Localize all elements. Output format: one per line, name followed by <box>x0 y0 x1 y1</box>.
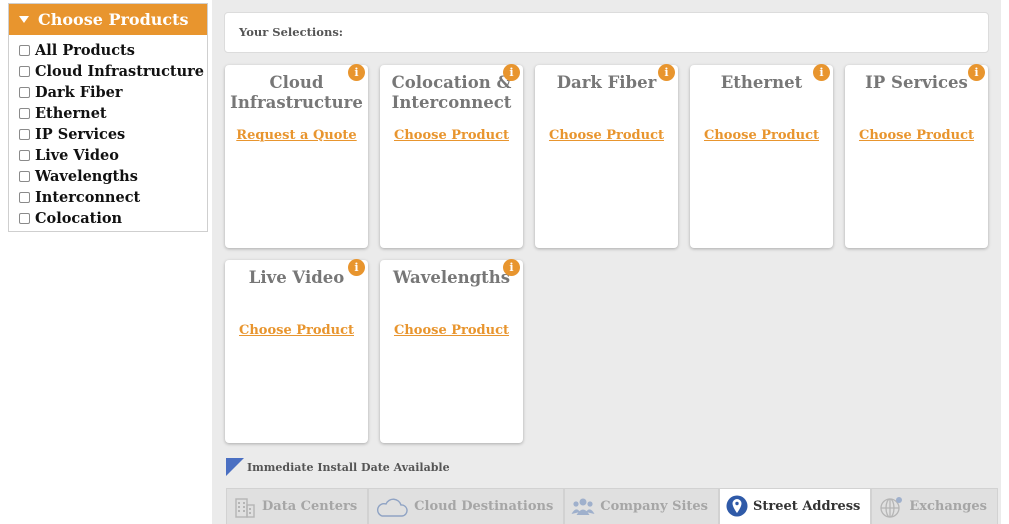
filter-label: Colocation <box>35 210 123 227</box>
tab-label: Street Address <box>753 499 861 514</box>
checkbox[interactable] <box>19 87 30 98</box>
checkbox[interactable] <box>19 108 30 119</box>
checkbox[interactable] <box>19 192 30 203</box>
info-icon[interactable]: i <box>658 64 675 81</box>
choose-product-link[interactable]: Choose Product <box>225 323 368 338</box>
card-title: Ethernet <box>690 73 833 113</box>
tab-label: Cloud Destinations <box>414 499 554 514</box>
filter-label: Interconnect <box>35 189 141 206</box>
choose-product-link[interactable]: Choose Product <box>845 128 988 143</box>
product-card-colocation-interconnect: i Colocation & Interconnect Choose Produc… <box>380 64 523 248</box>
card-title-line: Infrastructure <box>230 93 363 112</box>
info-icon[interactable]: i <box>503 259 520 276</box>
choose-products-header[interactable]: Choose Products <box>9 4 207 35</box>
card-title: IP Services <box>845 73 988 113</box>
choose-product-link[interactable]: Choose Product <box>380 128 523 143</box>
choose-product-link[interactable]: Choose Product <box>380 323 523 338</box>
tab-cloud-destinations[interactable]: Cloud Destinations <box>368 488 565 524</box>
product-card-cloud-infrastructure: i Cloud Infrastructure Request a Quote <box>225 64 368 248</box>
main-panel: Your Selections: i Cloud Infrastructure R… <box>212 0 1001 524</box>
card-title: Cloud Infrastructure <box>225 73 368 113</box>
info-icon[interactable]: i <box>348 64 365 81</box>
checkbox[interactable] <box>19 171 30 182</box>
filter-live-video[interactable]: Live Video <box>19 145 207 166</box>
building-icon <box>235 497 255 518</box>
checkbox[interactable] <box>19 66 30 77</box>
filter-ethernet[interactable]: Ethernet <box>19 103 207 124</box>
filter-colocation[interactable]: Colocation <box>19 208 207 229</box>
filter-wavelengths[interactable]: Wavelengths <box>19 166 207 187</box>
filter-label: Cloud Infrastructure <box>35 63 205 80</box>
info-icon[interactable]: i <box>503 64 520 81</box>
filter-dark-fiber[interactable]: Dark Fiber <box>19 82 207 103</box>
tab-exchanges[interactable]: Exchanges <box>871 488 998 524</box>
filter-all-products[interactable]: All Products <box>19 40 207 61</box>
card-title-line: Ethernet <box>720 73 803 92</box>
card-title-line: Colocation & <box>391 73 512 92</box>
card-title: Colocation & Interconnect <box>380 73 523 113</box>
info-icon[interactable]: i <box>968 64 985 81</box>
product-card-dark-fiber: i Dark Fiber Choose Product <box>535 64 678 248</box>
filter-label: Ethernet <box>35 105 107 122</box>
checkbox[interactable] <box>19 150 30 161</box>
tab-label: Exchanges <box>909 499 987 514</box>
choose-products-panel: Choose Products All Products Cloud Infra… <box>8 3 208 232</box>
choose-products-title: Choose Products <box>38 10 189 29</box>
legend-text: Immediate Install Date Available <box>247 460 450 474</box>
checkbox[interactable] <box>19 213 30 224</box>
tab-street-address[interactable]: Street Address <box>719 488 872 524</box>
card-title: Wavelengths <box>380 268 523 308</box>
card-title-line: Live Video <box>248 268 345 287</box>
product-card-wavelengths: i Wavelengths Choose Product <box>380 259 523 443</box>
filter-cloud-infrastructure[interactable]: Cloud Infrastructure <box>19 61 207 82</box>
tab-label: Company Sites <box>600 499 709 514</box>
info-icon[interactable]: i <box>813 64 830 81</box>
info-icon[interactable]: i <box>348 259 365 276</box>
filter-label: Live Video <box>35 147 119 164</box>
card-title-line: Dark Fiber <box>556 73 657 92</box>
map-pin-icon <box>726 495 748 516</box>
filter-label: IP Services <box>35 126 126 143</box>
cloud-icon <box>377 498 408 517</box>
product-filter-list: All Products Cloud Infrastructure Dark F… <box>9 35 207 229</box>
card-title-line: IP Services <box>865 73 968 92</box>
tab-label: Data Centers <box>262 499 358 514</box>
product-card-live-video: i Live Video Choose Product <box>225 259 368 443</box>
your-selections-box: Your Selections: <box>224 12 989 53</box>
checkbox[interactable] <box>19 45 30 56</box>
product-card-ethernet: i Ethernet Choose Product <box>690 64 833 248</box>
choose-product-link[interactable]: Choose Product <box>535 128 678 143</box>
globe-icon <box>880 496 903 518</box>
blue-corner-flag-icon <box>226 458 244 476</box>
people-icon <box>571 498 595 515</box>
card-title: Live Video <box>225 268 368 308</box>
location-type-tabs: Data Centers Cloud Destinations Company … <box>226 488 998 524</box>
product-card-ip-services: i IP Services Choose Product <box>845 64 988 248</box>
tab-data-centers[interactable]: Data Centers <box>226 488 369 524</box>
filter-interconnect[interactable]: Interconnect <box>19 187 207 208</box>
checkbox[interactable] <box>19 129 30 140</box>
filter-label: Dark Fiber <box>35 84 123 101</box>
tab-company-sites[interactable]: Company Sites <box>564 488 720 524</box>
filter-label: Wavelengths <box>35 168 138 185</box>
caret-down-icon <box>19 16 29 23</box>
card-title-line: Cloud <box>269 73 324 92</box>
request-quote-link[interactable]: Request a Quote <box>225 128 368 143</box>
choose-product-link[interactable]: Choose Product <box>690 128 833 143</box>
install-date-legend: Immediate Install Date Available <box>226 458 450 476</box>
card-title: Dark Fiber <box>535 73 678 113</box>
card-title-line: Interconnect <box>391 93 512 112</box>
filter-label: All Products <box>35 42 135 59</box>
card-title-line: Wavelengths <box>392 268 511 287</box>
filter-ip-services[interactable]: IP Services <box>19 124 207 145</box>
your-selections-label: Your Selections: <box>239 25 344 39</box>
